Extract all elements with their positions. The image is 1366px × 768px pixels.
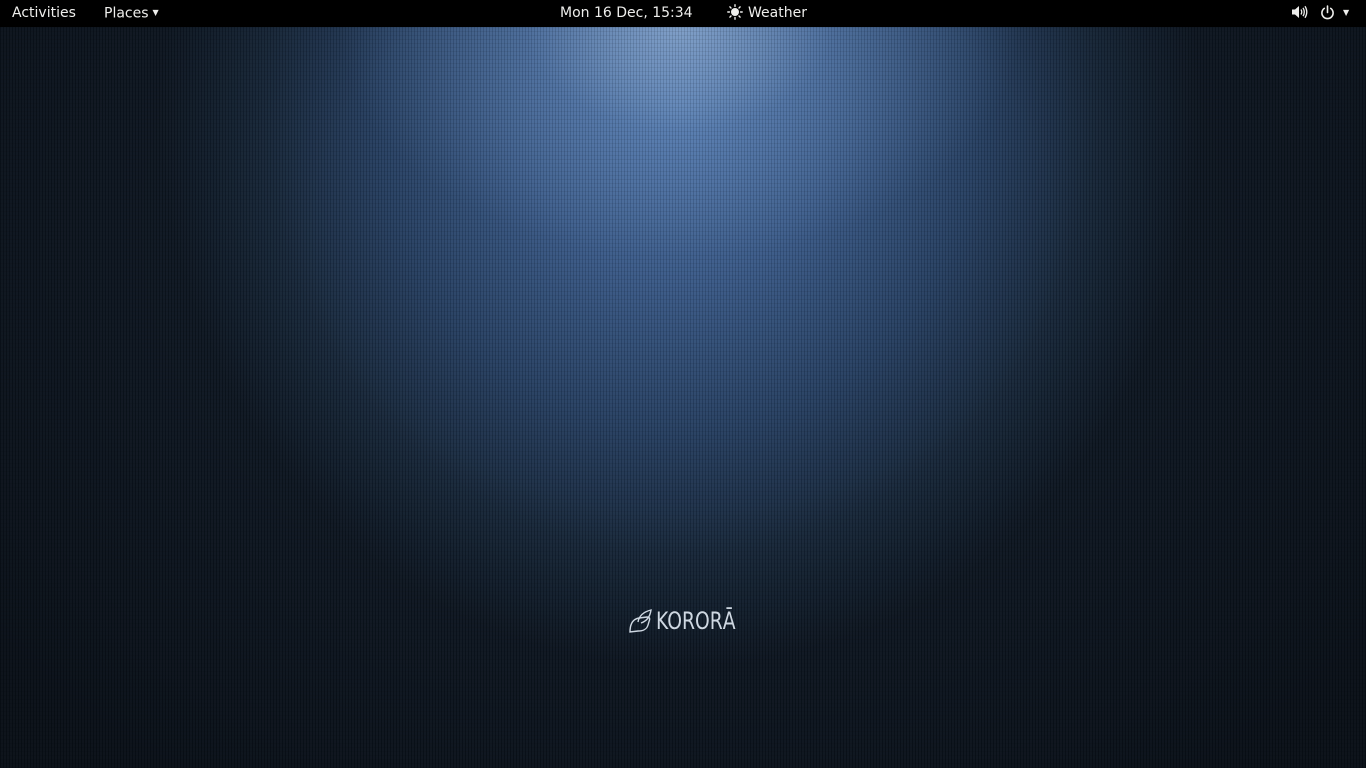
dropdown-arrow-icon: ▼ [1343, 8, 1350, 17]
top-panel: Activities Places ▼ Mon 16 Dec, 15:34 We… [0, 0, 1366, 27]
power-icon [1321, 5, 1334, 20]
korora-leaf-icon [629, 609, 652, 633]
activities-label: Activities [12, 5, 76, 21]
korora-logo: KORORĀ [627, 606, 758, 636]
power-menu[interactable]: ▼ [1320, 0, 1349, 27]
volume-icon [1292, 5, 1308, 19]
places-menu[interactable]: Places ▼ [104, 0, 159, 27]
desktop-wallpaper [0, 27, 1366, 768]
weather-label: Weather [748, 5, 807, 21]
desktop-screen: Activities Places ▼ Mon 16 Dec, 15:34 We… [0, 0, 1366, 768]
volume-indicator[interactable] [1291, 0, 1308, 27]
activities-button[interactable]: Activities [12, 0, 76, 27]
places-label: Places [104, 5, 149, 22]
dropdown-arrow-icon: ▼ [152, 8, 159, 17]
korora-logo-text: KORORĀ [656, 607, 736, 635]
date-time-menu[interactable]: Mon 16 Dec, 15:34 [560, 0, 693, 27]
clock-label: Mon 16 Dec, 15:34 [560, 5, 693, 21]
weather-indicator[interactable]: Weather [727, 0, 807, 27]
sun-icon [727, 4, 743, 20]
